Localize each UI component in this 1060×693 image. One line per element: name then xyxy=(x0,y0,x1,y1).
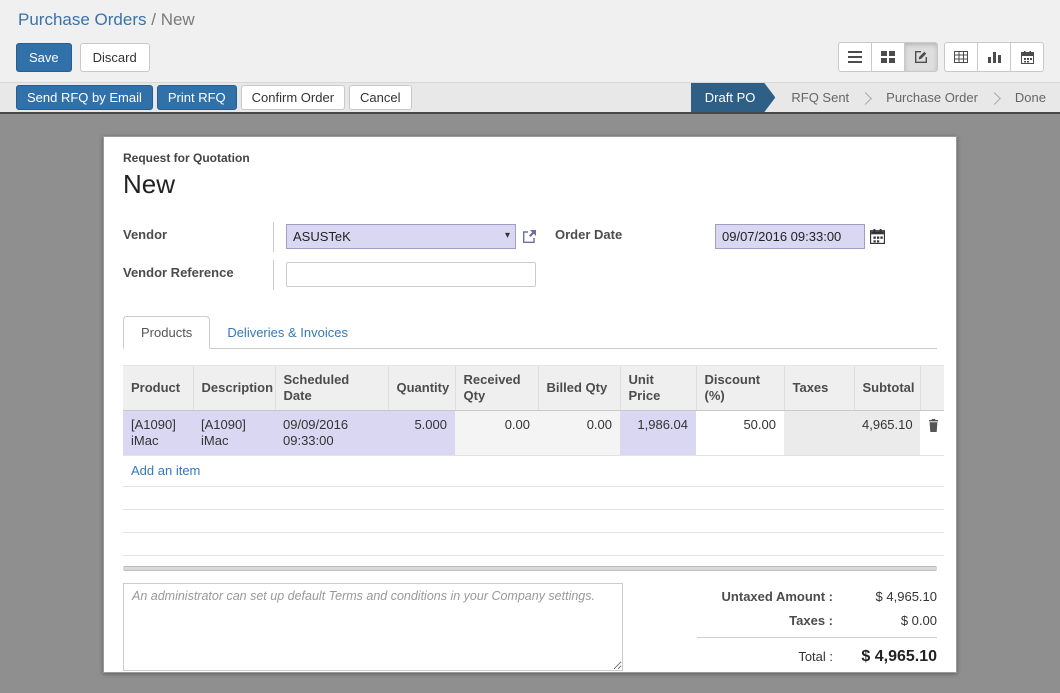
chevron-right-icon xyxy=(859,92,872,105)
cell-unit-price[interactable]: 1,986.04 xyxy=(620,411,696,456)
chevron-right-icon xyxy=(988,92,1001,105)
col-product[interactable]: Product xyxy=(123,366,193,411)
untaxed-amount-value: $ 4,965.10 xyxy=(833,589,937,604)
form-fields: Vendor ASUSTeK ▾ Vendor Reference xyxy=(123,222,937,290)
table-header-row: Product Description Scheduled Date Quant… xyxy=(123,366,944,411)
view-switcher xyxy=(838,42,1044,72)
form-sheet: Request for Quotation New Vendor ASUSTeK… xyxy=(103,136,957,673)
order-date-label: Order Date xyxy=(555,222,715,242)
vendor-label: Vendor xyxy=(123,222,273,242)
cell-taxes[interactable] xyxy=(784,411,854,456)
order-lines-table: Product Description Scheduled Date Quant… xyxy=(123,365,944,556)
cell-discount[interactable]: 50.00 xyxy=(696,411,784,456)
send-rfq-by-email-button[interactable]: Send RFQ by Email xyxy=(16,85,153,110)
breadcrumb-purchase-orders[interactable]: Purchase Orders xyxy=(18,10,147,29)
calendar-view-icon xyxy=(1021,51,1034,64)
cell-received-qty: 0.00 xyxy=(455,411,538,456)
breadcrumb-separator: / xyxy=(151,10,156,29)
empty-row xyxy=(123,510,944,533)
cell-product[interactable]: [A1090] iMac xyxy=(123,411,193,456)
kanban-view-icon xyxy=(881,51,895,63)
footer-section: Untaxed Amount : $ 4,965.10 Taxes : $ 0.… xyxy=(123,583,937,675)
vendor-value: ASUSTeK xyxy=(293,229,351,244)
col-scheduled-date[interactable]: Scheduled Date xyxy=(275,366,388,411)
col-taxes[interactable]: Taxes xyxy=(784,366,854,411)
external-link-icon[interactable] xyxy=(522,229,537,244)
status-draft-po[interactable]: Draft PO xyxy=(691,83,776,112)
tab-products[interactable]: Products xyxy=(123,316,210,349)
cell-scheduled-date[interactable]: 09/09/2016 09:33:00 xyxy=(275,411,388,456)
vendor-reference-label: Vendor Reference xyxy=(123,260,273,280)
col-billed-qty[interactable]: Billed Qty xyxy=(538,366,620,411)
totals-divider xyxy=(697,637,937,638)
cell-delete xyxy=(920,411,944,456)
confirm-order-button[interactable]: Confirm Order xyxy=(241,85,345,110)
terms-conditions-textarea[interactable] xyxy=(123,583,623,671)
print-rfq-button[interactable]: Print RFQ xyxy=(157,85,237,110)
breadcrumb: Purchase Orders / New xyxy=(0,0,1060,34)
col-subtotal[interactable]: Subtotal xyxy=(854,366,920,411)
list-view-button[interactable] xyxy=(838,42,872,72)
cell-subtotal: 4,965.10 xyxy=(854,411,920,456)
status-pipeline: Draft PO RFQ Sent Purchase Order Done xyxy=(691,83,1060,112)
col-description[interactable]: Description xyxy=(193,366,275,411)
graph-view-icon xyxy=(988,51,1001,63)
empty-row xyxy=(123,533,944,556)
form-view-button[interactable] xyxy=(904,42,938,72)
cell-billed-qty: 0.00 xyxy=(538,411,620,456)
status-bar: Send RFQ by Email Print RFQ Confirm Orde… xyxy=(0,82,1060,114)
list-view-icon xyxy=(848,51,862,63)
notebook-tabs: Products Deliveries & Invoices xyxy=(123,316,937,349)
tab-deliveries-invoices[interactable]: Deliveries & Invoices xyxy=(210,317,365,348)
pivot-view-icon xyxy=(954,51,968,63)
table-row: [A1090] iMac [A1090] iMac 09/09/2016 09:… xyxy=(123,411,944,456)
kanban-view-button[interactable] xyxy=(871,42,905,72)
toolbar: Save Discard xyxy=(0,34,1060,82)
empty-row xyxy=(123,487,944,510)
vendor-reference-input[interactable] xyxy=(286,262,536,287)
vendor-select[interactable]: ASUSTeK ▾ xyxy=(286,224,516,249)
graph-view-button[interactable] xyxy=(977,42,1011,72)
add-item-row: Add an item xyxy=(123,456,944,487)
total-value: $ 4,965.10 xyxy=(833,648,937,666)
col-discount[interactable]: Discount (%) xyxy=(696,366,784,411)
form-view-icon xyxy=(914,50,928,64)
total-label: Total : xyxy=(798,649,833,664)
top-bar: Purchase Orders / New Save Discard xyxy=(0,0,1060,82)
col-received-qty[interactable]: Received Qty xyxy=(455,366,538,411)
discard-button[interactable]: Discard xyxy=(80,43,150,72)
form-subtitle: Request for Quotation xyxy=(123,151,937,165)
status-rfq-sent[interactable]: RFQ Sent xyxy=(785,83,855,112)
col-quantity[interactable]: Quantity xyxy=(388,366,455,411)
col-unit-price[interactable]: Unit Price xyxy=(620,366,696,411)
col-actions xyxy=(920,366,944,411)
totals-block: Untaxed Amount : $ 4,965.10 Taxes : $ 0.… xyxy=(697,583,937,675)
status-purchase-order[interactable]: Purchase Order xyxy=(880,83,984,112)
add-an-item-link[interactable]: Add an item xyxy=(131,463,200,478)
horizontal-separator xyxy=(123,566,937,571)
taxes-label: Taxes : xyxy=(789,613,833,628)
pivot-view-button[interactable] xyxy=(944,42,978,72)
save-button[interactable]: Save xyxy=(16,43,72,72)
breadcrumb-current: New xyxy=(161,10,195,29)
main-area: Request for Quotation New Vendor ASUSTeK… xyxy=(0,114,1060,689)
cell-quantity[interactable]: 5.000 xyxy=(388,411,455,456)
order-date-input[interactable] xyxy=(715,224,865,249)
calendar-view-button[interactable] xyxy=(1010,42,1044,72)
status-done[interactable]: Done xyxy=(1009,83,1060,112)
taxes-value: $ 0.00 xyxy=(833,613,937,628)
trash-icon[interactable] xyxy=(928,417,939,432)
caret-down-icon: ▾ xyxy=(505,230,510,241)
page-title: New xyxy=(123,169,937,200)
untaxed-amount-label: Untaxed Amount : xyxy=(722,589,833,604)
cell-description[interactable]: [A1090] iMac xyxy=(193,411,275,456)
cancel-button[interactable]: Cancel xyxy=(349,85,411,110)
calendar-icon[interactable] xyxy=(870,229,885,244)
